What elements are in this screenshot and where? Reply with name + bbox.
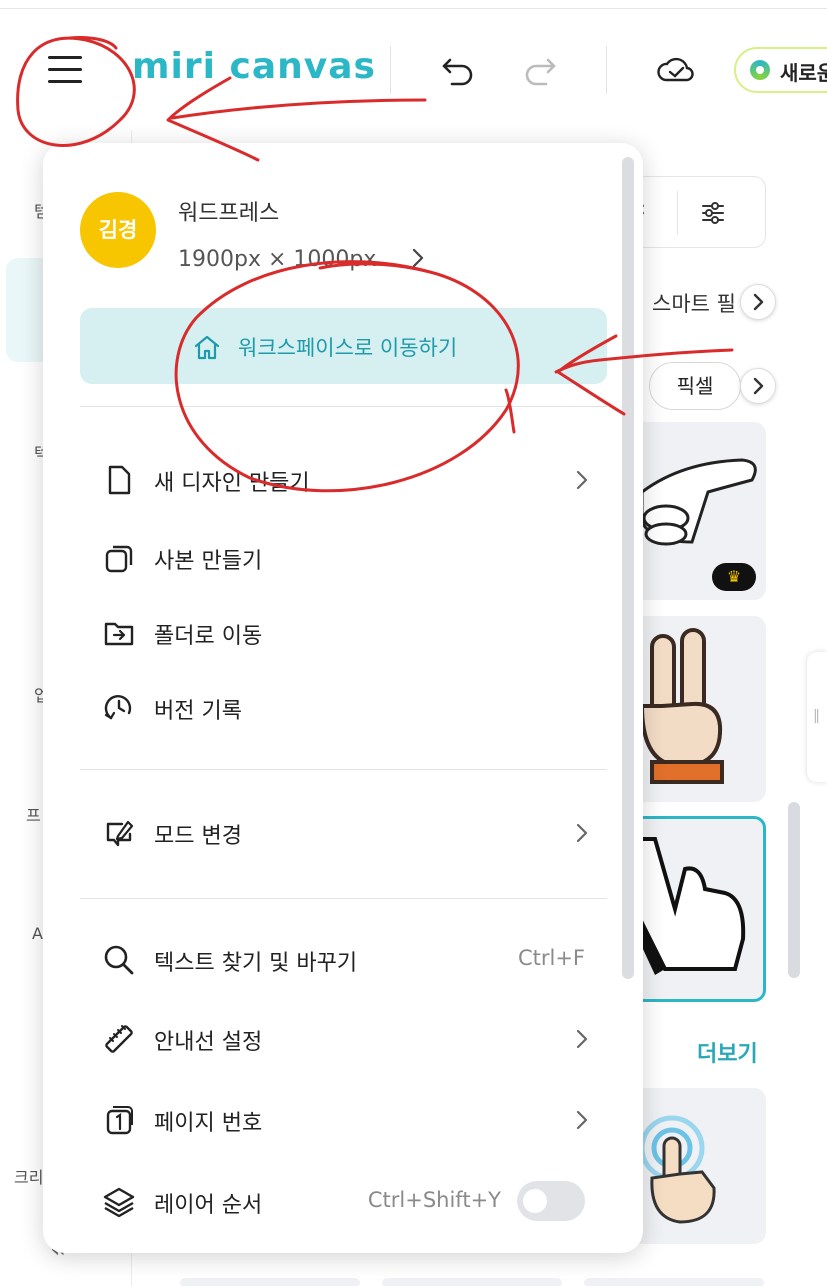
menu-divider: [80, 769, 607, 770]
menu-scrollbar[interactable]: [622, 157, 634, 979]
cloud-check-icon: [657, 57, 694, 82]
hamburger-line: [48, 56, 82, 59]
rail-item-creator[interactable]: 크리: [14, 1164, 43, 1188]
menu-item-label: 페이지 번호: [154, 1111, 263, 1136]
shortcut-label: Ctrl+F: [517, 946, 585, 970]
menu-divider: [80, 898, 607, 899]
asset-tile-partial: [382, 1278, 562, 1286]
copy-icon: [105, 545, 133, 573]
menu-item-change-mode[interactable]: 모드 변경: [80, 804, 607, 862]
menu-item-make-copy[interactable]: 사본 만들기: [80, 529, 607, 587]
main-menu-dropdown: 김경 워드프레스 1900px × 1000px 워크스페이스로 이동하기 새 …: [43, 143, 643, 1253]
filter-sliders-icon[interactable]: [699, 199, 727, 227]
go-to-workspace-button[interactable]: 워크스페이스로 이동하기: [80, 308, 607, 384]
search-icon: [104, 945, 134, 975]
touch-hand-image: [639, 1115, 716, 1224]
chevron-right-icon: [576, 1029, 588, 1049]
pixel-filter-chip[interactable]: 픽셀: [649, 362, 741, 410]
grip-icon: ‖: [813, 708, 820, 724]
new-logo-icon: [750, 60, 770, 80]
chevron-right-icon[interactable]: [740, 284, 776, 320]
menu-item-label: 폴더로 이동: [154, 624, 263, 649]
header: miri canvas 새로운: [0, 20, 827, 120]
layer-order-toggle[interactable]: [517, 1181, 585, 1221]
chevron-right-icon[interactable]: [740, 368, 776, 404]
more-link[interactable]: 더보기: [697, 1036, 758, 1068]
asset-tile-peace-hand[interactable]: [622, 616, 766, 802]
menu-item-label: 모드 변경: [154, 824, 242, 849]
asset-tile-tap-hand[interactable]: [622, 816, 766, 1002]
chevron-right-icon: [576, 470, 588, 490]
new-document-icon: [108, 465, 131, 495]
menu-item-version-history[interactable]: 버전 기록: [80, 679, 607, 737]
go-to-workspace-label: 워크스페이스로 이동하기: [238, 336, 458, 360]
layers-icon: [103, 1187, 135, 1218]
menu-item-label: 텍스트 찾기 및 바꾸기: [154, 951, 358, 976]
header-divider: [606, 46, 607, 94]
panel-resize-handle[interactable]: ‖: [807, 652, 827, 782]
menu-item-label: 버전 기록: [154, 699, 242, 724]
home-icon: [194, 335, 220, 360]
asset-tile-partial: [584, 1278, 764, 1286]
rail-item-project[interactable]: 프: [26, 802, 41, 826]
menu-item-page-number[interactable]: 페이지 번호: [80, 1091, 607, 1149]
filter-divider: [677, 191, 678, 235]
header-divider: [390, 46, 391, 94]
cloud-save-button[interactable]: [654, 50, 698, 90]
menu-item-label: 사본 만들기: [154, 549, 263, 574]
menu-item-move-to-folder[interactable]: 폴더로 이동: [80, 604, 607, 662]
toggle-knob: [523, 1189, 547, 1213]
new-button-label: 새로운: [780, 61, 827, 85]
chevron-right-icon: [576, 823, 588, 843]
menu-item-label: 새 디자인 만들기: [154, 471, 310, 496]
avatar: 김경: [80, 192, 156, 268]
smart-filter-label[interactable]: 스마트 필: [652, 288, 736, 318]
shortcut-label: Ctrl+Shift+Y: [367, 1188, 501, 1212]
new-button[interactable]: 새로운: [734, 47, 827, 93]
undo-icon: [442, 58, 473, 86]
ruler-icon: [105, 1025, 133, 1053]
premium-crown-badge: ♛: [712, 563, 756, 591]
hamburger-line: [48, 68, 82, 71]
menu-item-layer-order[interactable]: 레이어 순서 Ctrl+Shift+Y: [80, 1173, 607, 1231]
top-border: [0, 8, 827, 9]
menu-item-find-replace-text[interactable]: 텍스트 찾기 및 바꾸기 Ctrl+F: [80, 931, 607, 989]
menu-divider: [80, 406, 607, 407]
hamburger-line: [48, 80, 82, 83]
chevron-right-icon[interactable]: [403, 243, 433, 273]
tap-hand-image: [629, 837, 746, 975]
asset-tile-touch-hand[interactable]: [622, 1088, 766, 1244]
menu-item-guide-settings[interactable]: 안내선 설정: [80, 1010, 607, 1068]
peace-hand-image: [639, 628, 724, 784]
folder-move-icon: [104, 622, 134, 646]
search-filter-box: ‹: [622, 176, 766, 248]
panel-scrollbar[interactable]: [788, 802, 800, 978]
app-logo[interactable]: miri canvas: [132, 46, 376, 87]
menu-item-label: 레이어 순서: [154, 1193, 263, 1218]
edit-mode-icon: [106, 820, 134, 847]
document-size[interactable]: 1900px × 1000px: [178, 247, 376, 272]
history-icon: [104, 695, 132, 720]
redo-button[interactable]: [518, 50, 562, 90]
menu-item-new-design[interactable]: 새 디자인 만들기: [80, 451, 607, 509]
page-number-icon: [106, 1106, 133, 1135]
hamburger-menu-button[interactable]: [38, 48, 92, 92]
chevron-right-icon: [576, 1110, 588, 1130]
undo-button[interactable]: [436, 50, 480, 90]
document-title: 워드프레스: [178, 201, 280, 226]
redo-icon: [525, 58, 556, 86]
menu-item-label: 안내선 설정: [154, 1030, 263, 1055]
asset-tile-partial: [180, 1278, 360, 1286]
